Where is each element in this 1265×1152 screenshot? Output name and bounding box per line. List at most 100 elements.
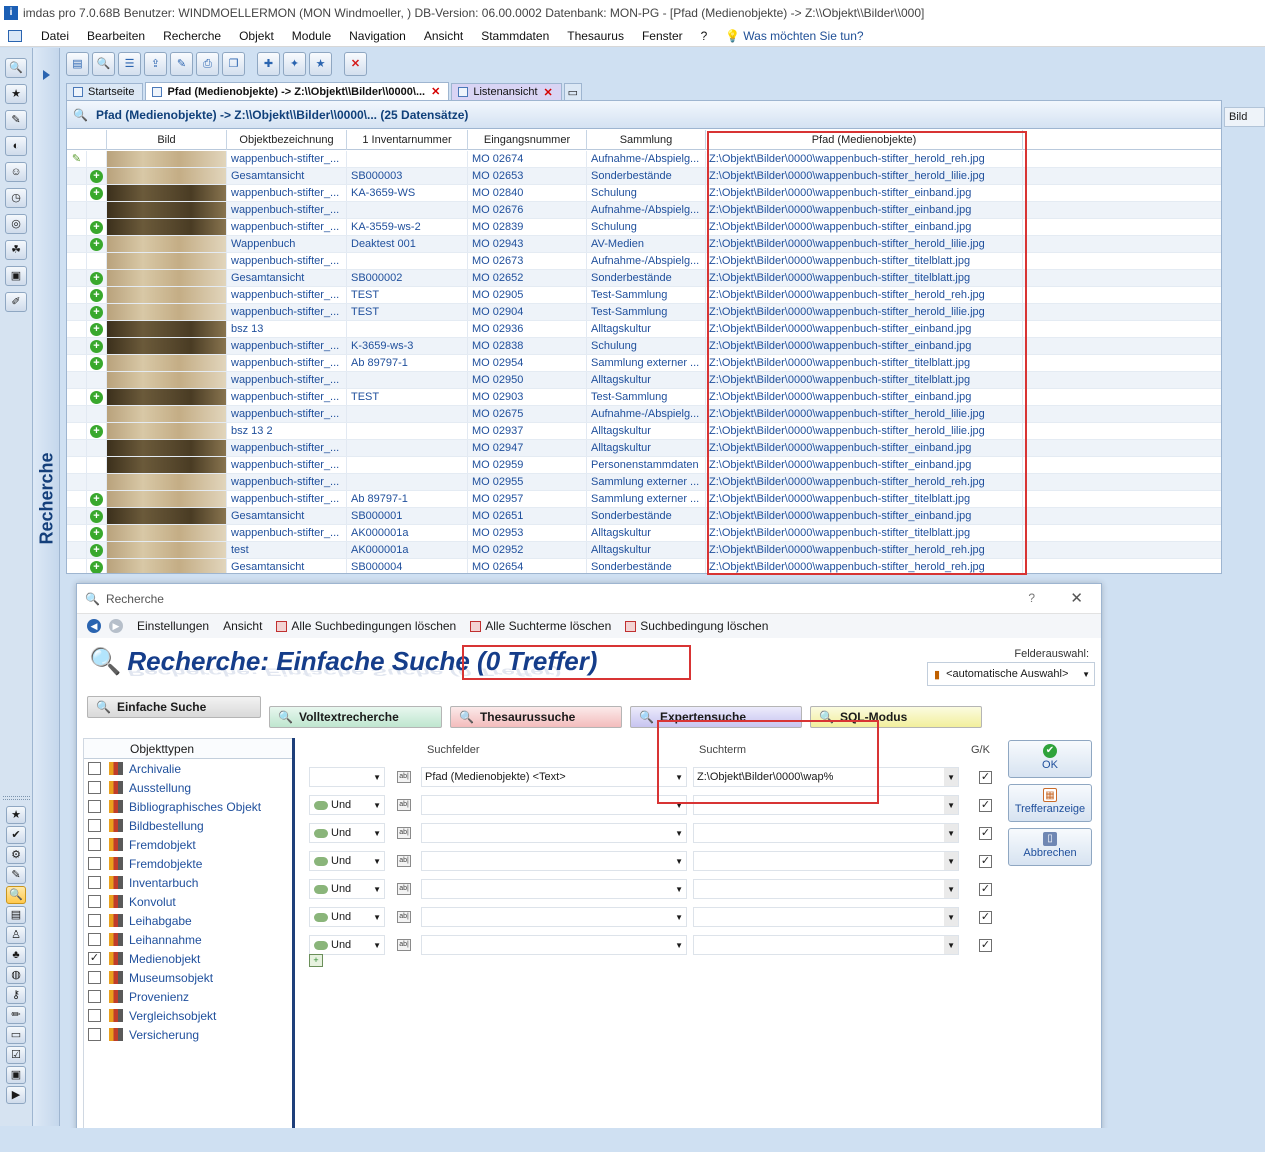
plus-icon[interactable]: + xyxy=(90,272,103,285)
suchfeld-select[interactable]: ▼ xyxy=(421,907,687,927)
plus-icon[interactable]: + xyxy=(90,289,103,302)
cell-sammlung[interactable]: Aufnahme-/Abspielg... xyxy=(587,151,706,167)
clover-icon[interactable]: ♣ xyxy=(6,946,26,964)
cell-sammlung[interactable]: Alltagskultur xyxy=(587,321,706,337)
objekttyp-checkbox[interactable] xyxy=(88,876,101,889)
gk-checkbox[interactable]: ✓ xyxy=(979,826,992,840)
cell-pfad[interactable]: Z:\Objekt\Bilder\0000\wappenbuch-stifter… xyxy=(706,304,1023,320)
cell-inventarnummer[interactable]: AK000001a xyxy=(347,525,468,541)
cell-objektbezeichnung[interactable]: wappenbuch-stifter_... xyxy=(227,389,347,405)
field-type-icon[interactable]: ab| xyxy=(397,855,411,867)
cell-pfad[interactable]: Z:\Objekt\Bilder\0000\wappenbuch-stifter… xyxy=(706,253,1023,269)
close-tab-icon[interactable]: ✕ xyxy=(431,85,440,98)
cell-eingangsnummer[interactable]: MO 02676 xyxy=(468,202,587,218)
play-icon[interactable]: ▶ xyxy=(6,1086,26,1104)
cell-pfad[interactable]: Z:\Objekt\Bilder\0000\wappenbuch-stifter… xyxy=(706,287,1023,303)
group-icon[interactable]: ☘ xyxy=(5,240,27,260)
cell-inventarnummer[interactable] xyxy=(347,372,468,388)
people-icon[interactable]: ☺ xyxy=(5,162,27,182)
plus-icon[interactable]: + xyxy=(90,306,103,319)
cell-inventarnummer[interactable] xyxy=(347,253,468,269)
plus-icon[interactable]: + xyxy=(90,357,103,370)
picture-icon[interactable]: ▣ xyxy=(6,1066,26,1084)
cell-pfad[interactable]: Z:\Objekt\Bilder\0000\wappenbuch-stifter… xyxy=(706,389,1023,405)
tab-startseite[interactable]: Startseite xyxy=(66,83,144,100)
objekttyp-item[interactable]: Archivalie xyxy=(84,759,292,778)
cell-eingangsnummer[interactable]: MO 02959 xyxy=(468,457,587,473)
delete-condition-button[interactable]: Suchbedingung löschen xyxy=(625,619,768,633)
cell-pfad[interactable]: Z:\Objekt\Bilder\0000\wappenbuch-stifter… xyxy=(706,423,1023,439)
cell-inventarnummer[interactable] xyxy=(347,151,468,167)
cell-eingangsnummer[interactable]: MO 02950 xyxy=(468,372,587,388)
cell-eingangsnummer[interactable]: MO 02904 xyxy=(468,304,587,320)
plus-icon[interactable]: + xyxy=(90,561,103,573)
cell-objektbezeichnung[interactable]: Gesamtansicht xyxy=(227,270,347,286)
cell-pfad[interactable]: Z:\Objekt\Bilder\0000\wappenbuch-stifter… xyxy=(706,440,1023,456)
thumbnail-cell[interactable] xyxy=(107,219,227,235)
objekttyp-checkbox[interactable] xyxy=(88,1028,101,1041)
print-icon[interactable]: ⎙ xyxy=(196,52,219,76)
menu-fenster[interactable]: Fenster xyxy=(633,29,692,43)
einstellungen-button[interactable]: Einstellungen xyxy=(137,619,209,633)
cell-pfad[interactable]: Z:\Objekt\Bilder\0000\wappenbuch-stifter… xyxy=(706,236,1023,252)
cell-inventarnummer[interactable]: Ab 89797-1 xyxy=(347,355,468,371)
table-row[interactable]: + wappenbuch-stifter_... AK000001a MO 02953… xyxy=(67,525,1221,542)
cell-sammlung[interactable]: Sammlung externer ... xyxy=(587,474,706,490)
cell-objektbezeichnung[interactable]: wappenbuch-stifter_... xyxy=(227,525,347,541)
cell-sammlung[interactable]: Sammlung externer ... xyxy=(587,355,706,371)
cell-pfad[interactable]: Z:\Objekt\Bilder\0000\wappenbuch-stifter… xyxy=(706,185,1023,201)
thumbnail-cell[interactable] xyxy=(107,236,227,252)
cell-sammlung[interactable]: Alltagskultur xyxy=(587,440,706,456)
table-row[interactable]: wappenbuch-stifter_... MO 02955 Sammlung e… xyxy=(67,474,1221,491)
cell-sammlung[interactable]: Sonderbestände xyxy=(587,270,706,286)
plus-icon[interactable]: + xyxy=(90,221,103,234)
plus-icon[interactable]: + xyxy=(90,187,103,200)
table-row[interactable]: + Wappenbuch Deaktest 001 MO 02943 AV-Medien… xyxy=(67,236,1221,253)
search-icon[interactable]: 🔍 xyxy=(5,58,27,78)
table-row[interactable]: wappenbuch-stifter_... MO 02959 Personenst… xyxy=(67,457,1221,474)
cell-pfad[interactable]: Z:\Objekt\Bilder\0000\wappenbuch-stifter… xyxy=(706,406,1023,422)
field-type-icon[interactable]: ab| xyxy=(397,771,411,783)
cell-sammlung[interactable]: Sammlung externer ... xyxy=(587,491,706,507)
cell-eingangsnummer[interactable]: MO 02905 xyxy=(468,287,587,303)
field-type-icon[interactable]: ab| xyxy=(397,883,411,895)
cell-pfad[interactable]: Z:\Objekt\Bilder\0000\wappenbuch-stifter… xyxy=(706,270,1023,286)
suchterm-input[interactable]: ▼ xyxy=(693,907,959,927)
cell-eingangsnummer[interactable]: MO 02943 xyxy=(468,236,587,252)
menu-thesaurus[interactable]: Thesaurus xyxy=(558,29,633,43)
menu-datei[interactable]: Datei xyxy=(32,29,78,43)
tell-me-search[interactable]: 💡 Was möchten Sie tun? xyxy=(716,29,872,43)
field-type-icon[interactable]: ab| xyxy=(397,827,411,839)
cell-objektbezeichnung[interactable]: wappenbuch-stifter_... xyxy=(227,202,347,218)
plus-icon[interactable]: + xyxy=(90,323,103,336)
export-icon[interactable]: ⇪ xyxy=(144,52,167,76)
cell-pfad[interactable]: Z:\Objekt\Bilder\0000\wappenbuch-stifter… xyxy=(706,525,1023,541)
new-tab-button[interactable]: ▭ xyxy=(563,83,582,100)
cell-pfad[interactable]: Z:\Objekt\Bilder\0000\wappenbuch-stifter… xyxy=(706,219,1023,235)
table-row[interactable]: wappenbuch-stifter_... MO 02675 Aufnahme-/… xyxy=(67,406,1221,423)
objekttyp-checkbox[interactable] xyxy=(88,990,101,1003)
cell-eingangsnummer[interactable]: MO 02839 xyxy=(468,219,587,235)
recherche-side-panel[interactable]: Recherche xyxy=(33,48,60,1126)
thumbnail-cell[interactable] xyxy=(107,440,227,456)
back-icon[interactable]: ◀ xyxy=(87,619,101,633)
cell-inventarnummer[interactable] xyxy=(347,440,468,456)
system-menu-icon[interactable] xyxy=(8,30,22,42)
add-condition-icon[interactable]: + xyxy=(309,954,323,967)
cell-inventarnummer[interactable]: KA-3659-WS xyxy=(347,185,468,201)
trefferanzeige-button[interactable]: ▦ Trefferanzeige xyxy=(1008,784,1092,822)
thumbnail-cell[interactable] xyxy=(107,338,227,354)
cell-eingangsnummer[interactable]: MO 02651 xyxy=(468,508,587,524)
operator-select[interactable]: Und ▼ xyxy=(309,907,385,927)
plus-icon[interactable]: + xyxy=(90,170,103,183)
cell-inventarnummer[interactable] xyxy=(347,474,468,490)
cell-inventarnummer[interactable] xyxy=(347,202,468,218)
disc-icon[interactable]: ◎ xyxy=(5,214,27,234)
cell-sammlung[interactable]: Personenstammdaten xyxy=(587,457,706,473)
table-row[interactable]: + Gesamtansicht SB000004 MO 02654 Sonderbest… xyxy=(67,559,1221,573)
plus-icon[interactable]: + xyxy=(90,493,103,506)
search-toolbar-icon[interactable]: 🔍 xyxy=(92,52,115,76)
cell-objektbezeichnung[interactable]: Wappenbuch xyxy=(227,236,347,252)
cell-eingangsnummer[interactable]: MO 02953 xyxy=(468,525,587,541)
col-sammlung[interactable]: Sammlung xyxy=(587,130,706,150)
